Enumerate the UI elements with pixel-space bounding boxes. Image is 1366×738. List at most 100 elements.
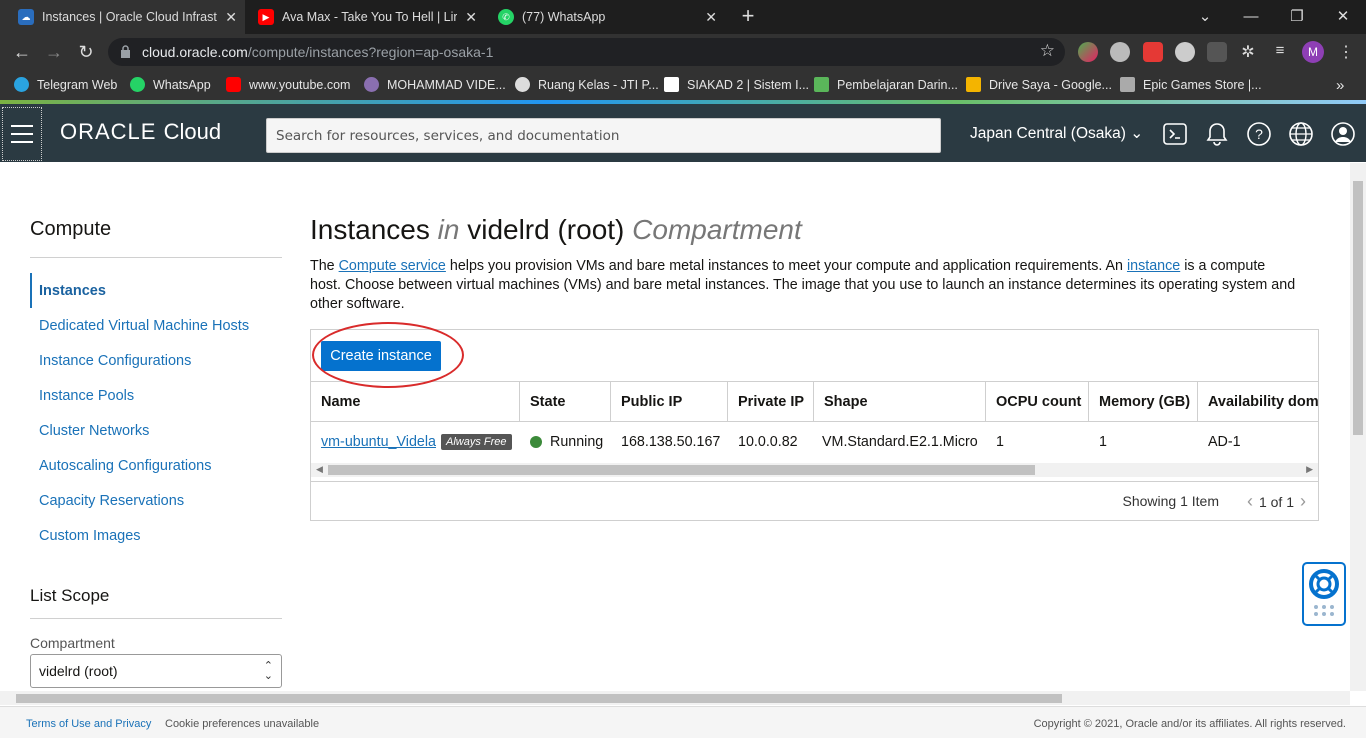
cell-shape: VM.Standard.E2.1.Micro (822, 434, 978, 450)
more-menu-icon[interactable]: ⋮ (1336, 42, 1356, 62)
column-header-availability-domain[interactable]: Availability doma (1198, 382, 1318, 422)
sidebar-item-instances[interactable]: Instances (30, 273, 282, 308)
forward-icon[interactable]: → (42, 40, 66, 64)
bookmark-mohammad[interactable]: MOHAMMAD VIDE... (364, 77, 506, 92)
hamburger-menu-icon[interactable] (2, 107, 42, 161)
profile-avatar[interactable]: M (1302, 41, 1324, 63)
tab-search-icon[interactable]: ⌄ (1182, 0, 1228, 32)
notifications-bell-icon[interactable] (1204, 121, 1230, 147)
scroll-left-icon[interactable]: ◀ (316, 464, 323, 475)
region-selector[interactable]: Japan Central (Osaka) ⌄ (970, 124, 1143, 143)
user-profile-icon[interactable] (1330, 121, 1356, 147)
media-control-icon[interactable]: ≡ (1270, 42, 1290, 62)
bookmark-youtube[interactable]: www.youtube.com (226, 77, 350, 92)
bookmark-pembelajaran[interactable]: Pembelajaran Darin... (814, 77, 958, 92)
page-footer: Terms of Use and Privacy Cookie preferen… (0, 706, 1366, 738)
cloud-shell-icon[interactable] (1162, 121, 1188, 147)
compute-service-link[interactable]: Compute service (339, 258, 446, 274)
scrollbar-thumb[interactable] (328, 465, 1035, 475)
close-window-icon[interactable]: ✕ (1320, 0, 1366, 32)
logo-brand: ORACLE (60, 119, 157, 144)
item-count: Showing 1 Item (1122, 493, 1220, 509)
globe-extension-icon[interactable] (1110, 42, 1130, 62)
sidebar-item-instance-configurations[interactable]: Instance Configurations (30, 343, 282, 378)
reload-icon[interactable]: ↻ (74, 40, 98, 64)
bookmark-siakad[interactable]: SIAKAD 2 | Sistem I... (664, 77, 809, 92)
google-drive-icon (966, 77, 981, 92)
grey-extension-icon[interactable] (1207, 42, 1227, 62)
tab-youtube[interactable]: ▶ Ava Max - Take You To Hell | Lirik ✕ (240, 0, 485, 34)
extension-icon[interactable] (1078, 42, 1098, 62)
sidebar-item-custom-images[interactable]: Custom Images (30, 518, 282, 553)
tab-title: Instances | Oracle Cloud Infrastru (42, 10, 217, 24)
oracle-cloud-icon: ☁ (18, 9, 34, 25)
bookmark-label: WhatsApp (153, 77, 211, 92)
bookmark-star-icon[interactable]: ☆ (1040, 41, 1055, 61)
instance-link[interactable]: instance (1127, 258, 1180, 274)
video-extension-icon[interactable] (1143, 42, 1163, 62)
compute-sidebar: Compute Instances Dedicated Virtual Mach… (30, 218, 282, 553)
language-globe-icon[interactable] (1288, 121, 1314, 147)
help-icon[interactable]: ? (1246, 121, 1272, 147)
puzzle-extensions-icon[interactable]: ✲ (1238, 42, 1258, 62)
table-header: Name State Public IP Private IP Shape OC… (311, 381, 1318, 422)
close-tab-icon[interactable]: ✕ (705, 9, 717, 26)
column-header-private-ip[interactable]: Private IP (728, 382, 814, 422)
bookmark-ruang-kelas[interactable]: Ruang Kelas - JTI P... (515, 77, 659, 92)
search-input[interactable]: Search for resources, services, and docu… (266, 118, 941, 153)
page-horizontal-scrollbar[interactable] (0, 691, 1350, 705)
bookmark-whatsapp[interactable]: WhatsApp (130, 77, 211, 92)
state-label: Running (550, 434, 604, 450)
sidebar-item-cluster-networks[interactable]: Cluster Networks (30, 413, 282, 448)
more-bookmarks-icon[interactable]: » (1336, 77, 1344, 94)
column-header-public-ip[interactable]: Public IP (611, 382, 728, 422)
column-header-ocpu[interactable]: OCPU count (986, 382, 1089, 422)
bookmark-label: www.youtube.com (249, 77, 351, 92)
new-tab-icon[interactable]: + (725, 0, 771, 32)
sidebar-item-dedicated-vm-hosts[interactable]: Dedicated Virtual Machine Hosts (30, 308, 282, 343)
bookmark-telegram[interactable]: Telegram Web (14, 77, 117, 92)
scrollbar-thumb[interactable] (16, 694, 1062, 703)
bookmark-epic-games[interactable]: Epic Games Store |... (1120, 77, 1262, 92)
previous-page-icon[interactable]: ‹ (1247, 491, 1253, 512)
status-running-icon (530, 436, 542, 448)
column-header-name[interactable]: Name (311, 382, 520, 422)
tab-whatsapp[interactable]: ✆ (77) WhatsApp ✕ (480, 0, 725, 34)
sidebar-item-capacity-reservations[interactable]: Capacity Reservations (30, 483, 282, 518)
tab-oracle-instances[interactable]: ☁ Instances | Oracle Cloud Infrastru ✕ (0, 0, 245, 34)
column-header-memory[interactable]: Memory (GB) (1089, 382, 1198, 422)
red-annotation-circle (312, 322, 464, 388)
sidebar-item-autoscaling[interactable]: Autoscaling Configurations (30, 448, 282, 483)
address-bar[interactable]: cloud.oracle.com/compute/instances?regio… (108, 38, 1065, 66)
bookmark-drive[interactable]: Drive Saya - Google... (966, 77, 1112, 92)
cell-public-ip: 168.138.50.167 (621, 434, 721, 450)
back-icon[interactable]: ← (10, 40, 34, 64)
youtube-icon: ▶ (258, 9, 274, 25)
bookmark-label: Pembelajaran Darin... (837, 77, 958, 92)
discord-extension-icon[interactable] (1175, 42, 1195, 62)
sidebar-title: Compute (30, 218, 282, 258)
oci-header: ORACLE Cloud Search for resources, servi… (0, 104, 1366, 162)
column-header-state[interactable]: State (520, 382, 611, 422)
scrollbar-thumb[interactable] (1353, 181, 1363, 435)
compartment-select[interactable]: videlrd (root) ⌃ ⌄ (30, 654, 282, 688)
bookmarks-bar: Telegram Web WhatsApp www.youtube.com MO… (0, 70, 1366, 100)
lifebuoy-icon (1309, 569, 1339, 616)
next-page-icon[interactable]: › (1300, 491, 1306, 512)
close-tab-icon[interactable]: ✕ (225, 9, 237, 26)
terms-link[interactable]: Terms of Use and Privacy (26, 718, 151, 730)
logo-product: Cloud (163, 119, 222, 144)
instance-name-link[interactable]: vm-ubuntu_Videla (321, 434, 436, 450)
minimize-icon[interactable]: — (1228, 0, 1274, 32)
whatsapp-icon (130, 77, 145, 92)
sidebar-item-instance-pools[interactable]: Instance Pools (30, 378, 282, 413)
restore-icon[interactable]: ❐ (1274, 0, 1320, 32)
column-header-shape[interactable]: Shape (814, 382, 986, 422)
table-horizontal-scrollbar[interactable]: ◀ ▶ (311, 463, 1318, 477)
page-vertical-scrollbar[interactable] (1350, 163, 1366, 691)
oracle-cloud-logo[interactable]: ORACLE Cloud (60, 119, 221, 145)
close-tab-icon[interactable]: ✕ (465, 9, 477, 26)
help-lifebuoy-button[interactable] (1302, 562, 1346, 626)
scroll-right-icon[interactable]: ▶ (1306, 464, 1313, 475)
page-title: Instances in videlrd (root) Compartment (310, 214, 802, 246)
